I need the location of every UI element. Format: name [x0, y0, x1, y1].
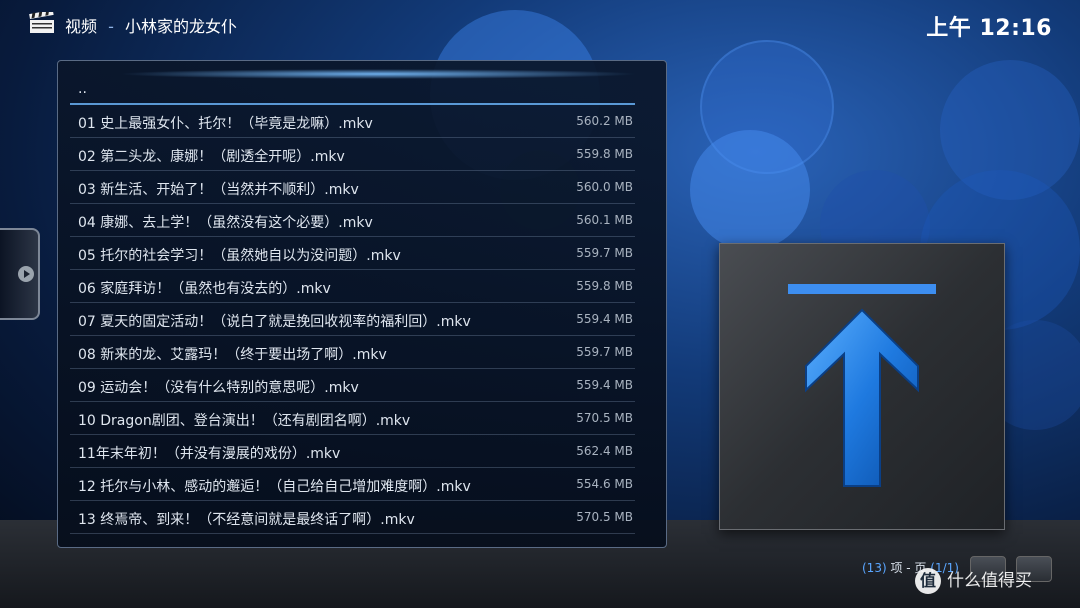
file-size: 570.5 MB	[576, 510, 633, 524]
breadcrumb-folder: 小林家的龙女仆	[124, 17, 237, 36]
file-size: 559.4 MB	[576, 378, 633, 392]
breadcrumb-separator: -	[108, 17, 114, 36]
file-list-item[interactable]: 13 终焉帝、到来！（不经意间就是最终话了啊）.mkv 570.5 MB	[70, 501, 635, 534]
file-size: 560.0 MB	[576, 180, 633, 194]
file-list-item[interactable]: 08 新来的龙、艾露玛！（终于要出场了啊）.mkv 559.7 MB	[70, 336, 635, 369]
file-name: 10 Dragon剧团、登台演出！（还有剧团名啊）.mkv	[78, 413, 411, 429]
file-size: 559.7 MB	[576, 345, 633, 359]
watermark: 值什么值得买	[915, 566, 1032, 594]
file-size: 559.7 MB	[576, 246, 633, 260]
file-name: 03 新生活、开始了！（当然并不顺利）.mkv	[78, 182, 359, 198]
file-list-item[interactable]: 05 托尔的社会学习！（虽然她自以为没问题）.mkv 559.7 MB	[70, 237, 635, 270]
up-arrow-icon	[788, 284, 936, 487]
side-menu-tab[interactable]	[0, 228, 40, 320]
clock: 上午 12:16	[926, 16, 1052, 41]
file-size: 570.5 MB	[576, 411, 633, 425]
file-list-item[interactable]: 04 康娜、去上学！（虽然没有这个必要）.mkv 560.1 MB	[70, 204, 635, 237]
file-list: .. 01 史上最强女仆、托尔！（毕竟是龙嘛）.mkv 560.2 MB 02 第二…	[70, 75, 635, 534]
file-list-item[interactable]: 11年末年初！（并没有漫展的戏份）.mkv 562.4 MB	[70, 435, 635, 468]
file-name: 13 终焉帝、到来！（不经意间就是最终话了啊）.mkv	[78, 512, 415, 528]
file-size: 560.1 MB	[576, 213, 633, 227]
watermark-badge: 值	[915, 568, 941, 594]
file-name: 07 夏天的固定活动！（说白了就是挽回收视率的福利回）.mkv	[78, 314, 471, 330]
file-name: 06 家庭拜访！（虽然也有没去的）.mkv	[78, 281, 331, 297]
file-name: 02 第二头龙、康娜！（剧透全开呢）.mkv	[78, 149, 345, 165]
parent-folder-label: ..	[78, 81, 87, 97]
movie-clapperboard-icon	[29, 12, 54, 33]
file-name: 04 康娜、去上学！（虽然没有这个必要）.mkv	[78, 215, 373, 231]
item-count: (13)	[862, 561, 887, 575]
watermark-text: 什么值得买	[947, 571, 1032, 591]
breadcrumb-section[interactable]: 视频	[65, 17, 97, 36]
file-name: 11年末年初！（并没有漫展的戏份）.mkv	[78, 446, 341, 462]
file-list-item[interactable]: 07 夏天的固定活动！（说白了就是挽回收视率的福利回）.mkv 559.4 MB	[70, 303, 635, 336]
file-size: 554.6 MB	[576, 477, 633, 491]
file-size: 559.8 MB	[576, 147, 633, 161]
parent-folder-item[interactable]: ..	[70, 75, 635, 105]
bokeh-bubble	[690, 130, 810, 250]
file-list-item[interactable]: 02 第二头龙、康娜！（剧透全开呢）.mkv 559.8 MB	[70, 138, 635, 171]
file-size: 559.8 MB	[576, 279, 633, 293]
file-list-item[interactable]: 03 新生活、开始了！（当然并不顺利）.mkv 560.0 MB	[70, 171, 635, 204]
file-name: 05 托尔的社会学习！（虽然她自以为没问题）.mkv	[78, 248, 401, 264]
file-name: 12 托尔与小林、感动的邂逅！（自己给自己增加难度啊）.mkv	[78, 479, 471, 495]
file-list-item[interactable]: 10 Dragon剧团、登台演出！（还有剧团名啊）.mkv 570.5 MB	[70, 402, 635, 435]
file-list-item[interactable]: 12 托尔与小林、感动的邂逅！（自己给自己增加难度啊）.mkv 554.6 MB	[70, 468, 635, 501]
folder-thumbnail	[719, 243, 1005, 530]
file-name: 01 史上最强女仆、托尔！（毕竟是龙嘛）.mkv	[78, 116, 373, 132]
file-name: 09 运动会！（没有什么特别的意思呢）.mkv	[78, 380, 359, 396]
file-name: 08 新来的龙、艾露玛！（终于要出场了啊）.mkv	[78, 347, 387, 363]
header-bar: 视频 - 小林家的龙女仆 上午 12:16	[0, 0, 1080, 46]
bokeh-bubble	[940, 60, 1080, 200]
file-size: 562.4 MB	[576, 444, 633, 458]
breadcrumb: 视频 - 小林家的龙女仆	[65, 13, 237, 37]
bokeh-bubble	[700, 40, 834, 174]
file-list-item[interactable]: 01 史上最强女仆、托尔！（毕竟是龙嘛）.mkv 560.2 MB	[70, 105, 635, 138]
file-list-item[interactable]: 09 运动会！（没有什么特别的意思呢）.mkv 559.4 MB	[70, 369, 635, 402]
file-size: 559.4 MB	[576, 312, 633, 326]
file-list-panel: .. 01 史上最强女仆、托尔！（毕竟是龙嘛）.mkv 560.2 MB 02 第二…	[57, 60, 667, 548]
chevron-right-icon	[18, 266, 34, 282]
file-list-item[interactable]: 06 家庭拜访！（虽然也有没去的）.mkv 559.8 MB	[70, 270, 635, 303]
file-size: 560.2 MB	[576, 114, 633, 128]
